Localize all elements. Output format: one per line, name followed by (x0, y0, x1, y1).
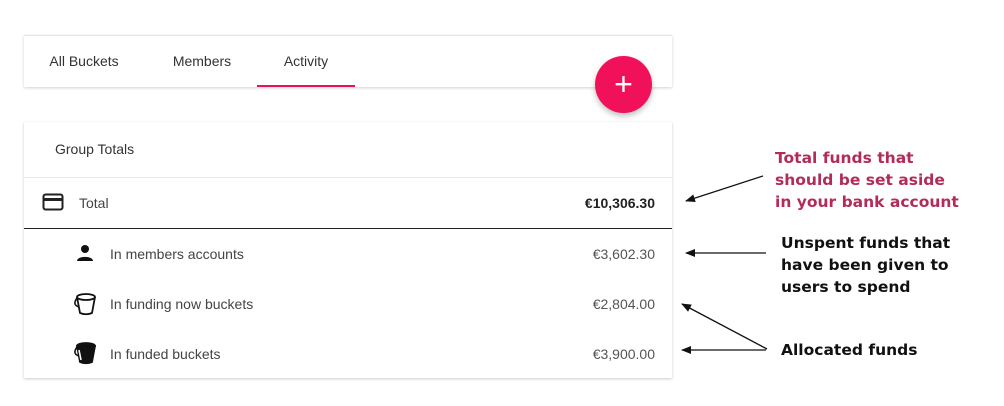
annotation-unspent-funds: Unspent funds that have been given to us… (781, 232, 950, 298)
arrow-total (685, 175, 764, 203)
arrow-funding-now (681, 303, 768, 350)
annotation-line: in your bank account (775, 193, 959, 211)
annotation-line: Allocated funds (781, 341, 918, 359)
annotation-allocated-funds: Allocated funds (781, 339, 917, 361)
annotation-line: Unspent funds that (781, 234, 951, 252)
annotation-line: users to spend (781, 278, 911, 296)
annotation-total-funds: Total funds that should be set aside in … (775, 147, 959, 213)
annotation-line: have been given to (781, 256, 949, 274)
annotation-line: should be set aside (775, 171, 945, 189)
annotation-line: Total funds that (775, 149, 914, 167)
